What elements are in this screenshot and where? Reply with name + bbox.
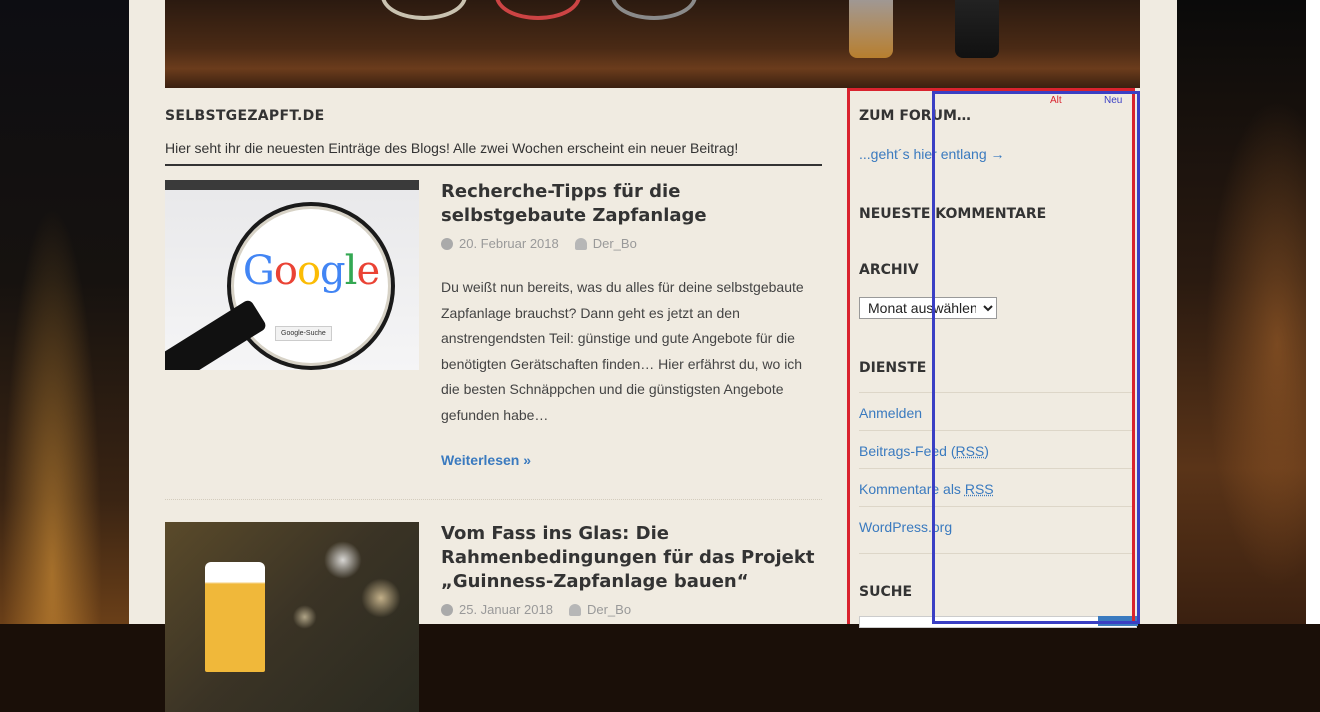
- clock-icon: [441, 603, 453, 616]
- overlay-label-neu: Neu: [1104, 95, 1123, 106]
- header-image: [165, 0, 1140, 88]
- background-right: [1177, 0, 1320, 624]
- user-icon: [574, 237, 587, 250]
- clock-icon: [441, 237, 453, 250]
- header-glass-2: [955, 0, 999, 58]
- post-author[interactable]: Der_Bo: [587, 602, 631, 617]
- magnifier-lens: Google Google-Suche: [227, 202, 395, 370]
- site-description: Hier seht ihr die neuesten Einträge des …: [165, 140, 822, 166]
- post-title[interactable]: Vom Fass ins Glas: Die Rahmenbedingungen…: [441, 522, 822, 594]
- magnifier-handle: [165, 298, 268, 370]
- post-date[interactable]: 20. Februar 2018: [459, 236, 559, 251]
- post-thumbnail[interactable]: [165, 522, 419, 712]
- beer-glass: [205, 562, 265, 672]
- post-date[interactable]: 25. Januar 2018: [459, 602, 553, 617]
- post-body: Recherche-Tipps für die selbstgebaute Za…: [441, 180, 822, 468]
- header-tap-2: [495, 0, 581, 20]
- google-logo: Google: [242, 248, 380, 294]
- read-more-link[interactable]: Weiterlesen »: [441, 452, 822, 468]
- google-search-button: Google-Suche: [275, 326, 332, 341]
- post-body: Vom Fass ins Glas: Die Rahmenbedingungen…: [441, 522, 822, 617]
- header-glass-1: [849, 0, 893, 58]
- post-meta: 20. Februar 2018 Der_Bo: [441, 236, 822, 251]
- post-item: Google Google-Suche Recherche-Tipps für …: [165, 180, 822, 500]
- overlay-label-alt: Alt: [1050, 95, 1062, 106]
- post-excerpt: Du weißt nun bereits, was du alles für d…: [441, 279, 804, 423]
- post-meta: 25. Januar 2018 Der_Bo: [441, 602, 822, 617]
- post-separator: [165, 499, 822, 500]
- window-edge: [1306, 0, 1320, 624]
- post-thumbnail[interactable]: Google Google-Suche: [165, 180, 419, 370]
- post-title[interactable]: Recherche-Tipps für die selbstgebaute Za…: [441, 180, 822, 228]
- user-icon: [568, 603, 581, 616]
- header-tap-1: [381, 0, 467, 20]
- post-author[interactable]: Der_Bo: [593, 236, 637, 251]
- browser-bar: [165, 180, 419, 190]
- post-item: Vom Fass ins Glas: Die Rahmenbedingungen…: [165, 522, 822, 712]
- background-left: [0, 0, 130, 624]
- site-title[interactable]: SELBSTGEZAPFT.DE: [165, 108, 324, 124]
- header-tap-3: [611, 0, 697, 20]
- overlay-box-neu: [932, 91, 1140, 624]
